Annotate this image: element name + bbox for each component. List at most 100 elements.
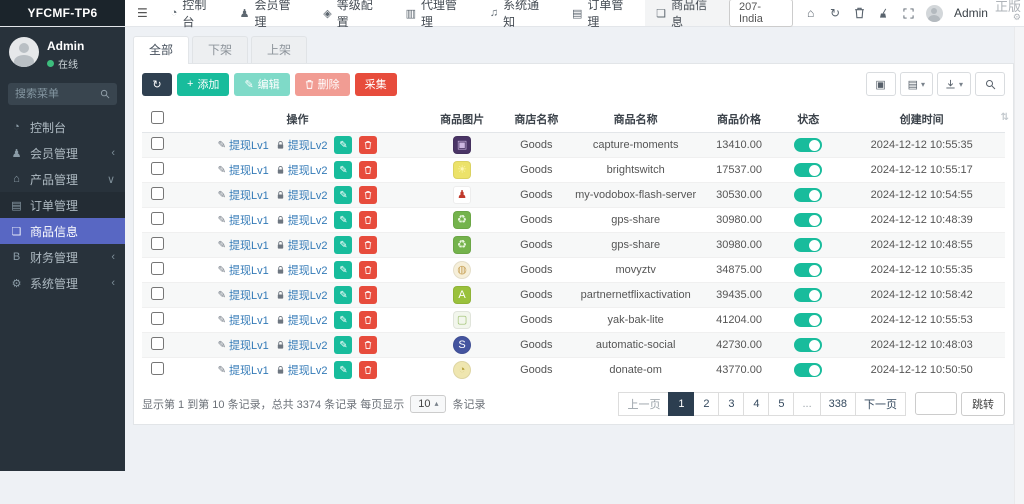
nav-item-members[interactable]: ♟ 会员管理 [229,0,313,26]
product-image[interactable]: ♻ [453,236,471,254]
home-icon[interactable]: ⌂ [804,6,817,20]
page-button-5[interactable]: 5 [768,392,794,416]
status-toggle[interactable] [794,363,822,377]
withdraw-lv2-link[interactable]: 提现Lv2 [276,362,328,378]
status-toggle[interactable] [794,288,822,302]
nav-item-agency[interactable]: ▥ 代理管理 [395,0,479,26]
row-checkbox[interactable] [151,187,164,200]
select-all-checkbox[interactable] [151,111,164,124]
collect-button[interactable]: 采集 [355,73,397,96]
jump-button[interactable]: 跳转 [961,392,1005,416]
sidebar-item-finance[interactable]: B 财务管理 ‹ [0,244,125,270]
tab-off-shelf[interactable]: 下架 [192,36,248,63]
withdraw-lv1-link[interactable]: ✎ 提现Lv1 [218,287,269,303]
status-toggle[interactable] [794,338,822,352]
sidebar-item-system[interactable]: ⚙ 系统管理 ‹ [0,270,125,296]
product-image[interactable]: A [453,286,471,304]
sidebar-item-dashboard[interactable]: ◔ 控制台 [0,114,125,140]
row-delete-button[interactable] [359,136,377,154]
avatar[interactable] [9,37,39,67]
status-toggle[interactable] [794,238,822,252]
page-button-1[interactable]: 1 [668,392,694,416]
menu-search-input[interactable] [15,88,100,100]
product-image[interactable]: ♻ [453,211,471,229]
row-edit-button[interactable]: ✎ [334,311,352,329]
next-page-button[interactable]: 下一页 [855,392,906,416]
row-edit-button[interactable]: ✎ [334,211,352,229]
row-delete-button[interactable] [359,361,377,379]
avatar[interactable] [926,5,943,22]
fullscreen-icon[interactable] [902,8,915,19]
page-button-338[interactable]: 338 [820,392,856,416]
tab-on-shelf[interactable]: 上架 [251,36,307,63]
page-button-2[interactable]: 2 [693,392,719,416]
region-selector[interactable]: 207-India [729,0,793,27]
product-image[interactable]: ▣ [453,136,471,154]
row-delete-button[interactable] [359,211,377,229]
row-checkbox[interactable] [151,287,164,300]
add-button[interactable]: + 添加 [177,73,229,96]
sidebar-item-members[interactable]: ♟ 会员管理 ‹ [0,140,125,166]
row-checkbox[interactable] [151,212,164,225]
page-button-4[interactable]: 4 [743,392,769,416]
row-checkbox[interactable] [151,337,164,350]
withdraw-lv2-link[interactable]: 提现Lv2 [276,162,328,178]
prev-page-button[interactable]: 上一页 [618,392,669,416]
withdraw-lv2-link[interactable]: 提现Lv2 [276,237,328,253]
search-button[interactable] [975,72,1005,96]
sidebar-item-goods[interactable]: ❏ 商品信息 [0,218,125,244]
row-delete-button[interactable] [359,236,377,254]
columns-button[interactable]: ▤ ▾ [900,72,933,96]
withdraw-lv2-link[interactable]: 提现Lv2 [276,262,328,278]
nav-item-dashboard[interactable]: ◔ 控制台 [160,0,229,26]
edit-button[interactable]: ✎ 编辑 [234,73,289,96]
sidebar-item-products[interactable]: ⌂ 产品管理 ∨ [0,166,125,192]
status-toggle[interactable] [794,313,822,327]
scrollbar[interactable] [1014,0,1024,504]
page-button-3[interactable]: 3 [718,392,744,416]
row-delete-button[interactable] [359,311,377,329]
status-toggle[interactable] [794,213,822,227]
status-toggle[interactable] [794,188,822,202]
row-edit-button[interactable]: ✎ [334,186,352,204]
row-delete-button[interactable] [359,161,377,179]
jump-page-input[interactable] [915,392,957,415]
withdraw-lv1-link[interactable]: ✎ 提现Lv1 [218,362,269,378]
product-image[interactable]: ◔ [453,361,471,379]
status-toggle[interactable] [794,263,822,277]
withdraw-lv2-link[interactable]: 提现Lv2 [276,287,328,303]
row-edit-button[interactable]: ✎ [334,361,352,379]
clear-cache-icon[interactable] [877,8,890,19]
withdraw-lv1-link[interactable]: ✎ 提现Lv1 [218,337,269,353]
page-ellipsis[interactable]: ... [793,392,820,416]
nav-item-levels[interactable]: ◈ 等级配置 [312,0,394,26]
withdraw-lv2-link[interactable]: 提现Lv2 [276,337,328,353]
withdraw-lv1-link[interactable]: ✎ 提现Lv1 [218,262,269,278]
withdraw-lv2-link[interactable]: 提现Lv2 [276,212,328,228]
refresh-icon[interactable]: ↻ [828,6,841,20]
sidebar-item-orders[interactable]: ▤ 订单管理 [0,192,125,218]
export-button[interactable]: ▾ [937,72,971,96]
row-edit-button[interactable]: ✎ [334,261,352,279]
row-delete-button[interactable] [359,261,377,279]
user-menu[interactable]: Admin [954,6,988,20]
row-checkbox[interactable] [151,162,164,175]
tab-all[interactable]: 全部 [133,36,189,64]
row-edit-button[interactable]: ✎ [334,336,352,354]
nav-item-notifications[interactable]: ♫ 系统通知 [479,0,561,26]
withdraw-lv1-link[interactable]: ✎ 提现Lv1 [218,162,269,178]
withdraw-lv1-link[interactable]: ✎ 提现Lv1 [218,312,269,328]
row-checkbox[interactable] [151,312,164,325]
card-view-button[interactable]: ▣ [866,72,896,96]
product-image[interactable]: ☀ [453,161,471,179]
nav-item-orders[interactable]: ▤ 订单管理 [561,0,645,26]
column-header-created[interactable]: 创建时间 ⇅ [838,105,1005,133]
withdraw-lv2-link[interactable]: 提现Lv2 [276,137,328,153]
withdraw-lv2-link[interactable]: 提现Lv2 [276,187,328,203]
row-edit-button[interactable]: ✎ [334,136,352,154]
sort-icon[interactable]: ⇅ [1001,112,1009,123]
withdraw-lv1-link[interactable]: ✎ 提现Lv1 [218,212,269,228]
withdraw-lv2-link[interactable]: 提现Lv2 [276,312,328,328]
product-image[interactable]: ▢ [453,311,471,329]
row-delete-button[interactable] [359,286,377,304]
